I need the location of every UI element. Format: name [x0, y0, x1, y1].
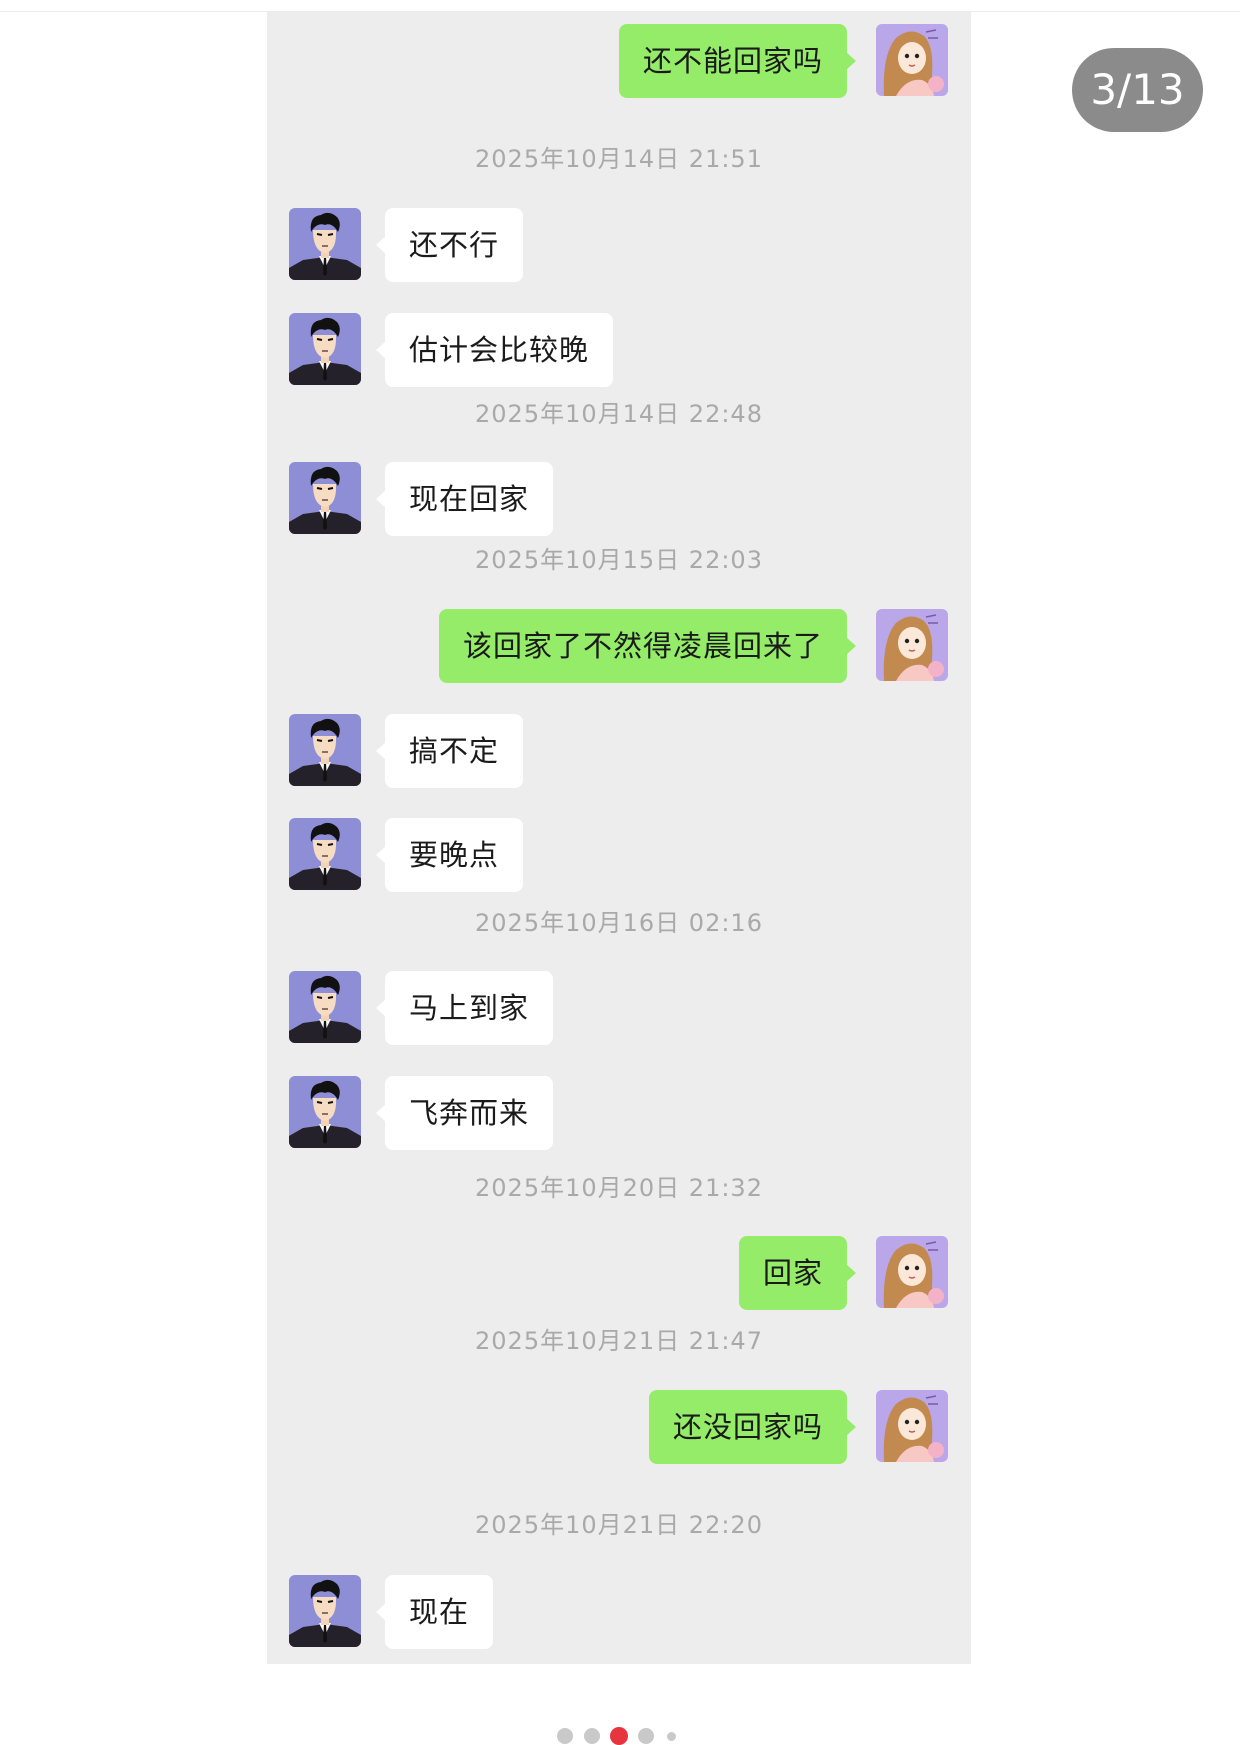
- pagination-dot-small[interactable]: [667, 1732, 676, 1741]
- contact-avatar-image[interactable]: [289, 208, 361, 280]
- contact-avatar-image[interactable]: [289, 818, 361, 890]
- chat-conversation[interactable]: [267, 12, 971, 1664]
- incoming-message-bubble[interactable]: 估计会比较晚: [375, 313, 614, 387]
- pagination-dot[interactable]: [557, 1728, 573, 1744]
- incoming-message-bubble[interactable]: 现在: [375, 1575, 494, 1649]
- contact-avatar-image[interactable]: [289, 714, 361, 786]
- incoming-message-bubble[interactable]: 搞不定: [375, 714, 524, 788]
- outgoing-message-bubble[interactable]: 该回家了不然得凌晨回来了: [438, 609, 857, 683]
- pagination-dot[interactable]: [584, 1728, 600, 1744]
- outgoing-message-bubble[interactable]: 还没回家吗: [648, 1390, 857, 1464]
- self-avatar-image[interactable]: [876, 609, 948, 681]
- message-timestamp: 2025年10月21日 22:20: [475, 1511, 763, 1539]
- pagination-dot-active[interactable]: [610, 1727, 628, 1745]
- message-timestamp: 2025年10月21日 21:47: [475, 1327, 763, 1355]
- outgoing-message-bubble[interactable]: 回家: [738, 1236, 857, 1310]
- incoming-message-bubble[interactable]: 飞奔而来: [375, 1076, 554, 1150]
- incoming-message-bubble[interactable]: 要晚点: [375, 818, 524, 892]
- message-timestamp: 2025年10月15日 22:03: [475, 546, 763, 574]
- pagination-dot[interactable]: [638, 1728, 654, 1744]
- contact-avatar-image[interactable]: [289, 1575, 361, 1647]
- incoming-message-bubble[interactable]: 还不行: [375, 208, 524, 282]
- self-avatar-image[interactable]: [876, 1236, 948, 1308]
- outgoing-message-bubble[interactable]: 还不能回家吗: [618, 24, 857, 98]
- contact-avatar-image[interactable]: [289, 971, 361, 1043]
- message-timestamp: 2025年10月16日 02:16: [475, 909, 763, 937]
- incoming-message-bubble[interactable]: 马上到家: [375, 971, 554, 1045]
- self-avatar-image[interactable]: [876, 24, 948, 96]
- contact-avatar-image[interactable]: [289, 462, 361, 534]
- incoming-message-bubble[interactable]: 现在回家: [375, 462, 554, 536]
- message-timestamp: 2025年10月14日 22:48: [475, 400, 763, 428]
- contact-avatar-image[interactable]: [289, 1076, 361, 1148]
- contact-avatar-image[interactable]: [289, 313, 361, 385]
- image-counter-badge: 3/13: [1072, 48, 1203, 132]
- message-timestamp: 2025年10月20日 21:32: [475, 1174, 763, 1202]
- message-timestamp: 2025年10月14日 21:51: [475, 145, 763, 173]
- self-avatar-image[interactable]: [876, 1390, 948, 1462]
